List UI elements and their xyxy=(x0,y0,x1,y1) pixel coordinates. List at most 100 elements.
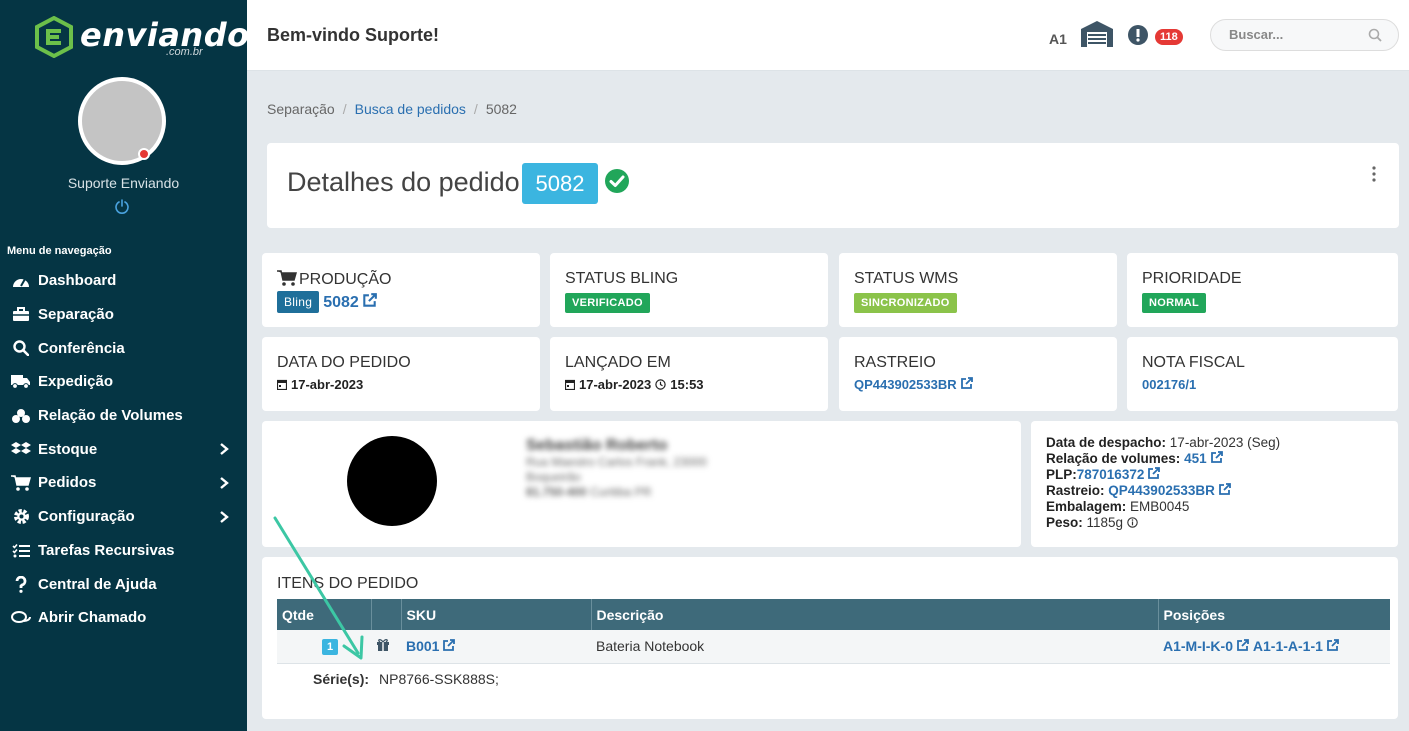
items-card: ITENS DO PEDIDO Qtde SKU Descrição Posiç… xyxy=(262,557,1398,719)
packaging-label: Embalagem: xyxy=(1046,499,1127,514)
tracking-code: QP443902533BR xyxy=(854,377,957,392)
order-date: 17-abr-2023 xyxy=(291,377,364,392)
card-value: SINCRONIZADO xyxy=(854,293,957,313)
sidebar-item-pedidos[interactable]: Pedidos xyxy=(0,466,247,500)
plp-value: 787016372 xyxy=(1076,467,1145,482)
card-lancado-em: LANÇADO EM 17-abr-2023 15:53 xyxy=(550,337,828,411)
external-link-icon xyxy=(1210,451,1223,463)
chevron-right-icon xyxy=(220,477,229,490)
sidebar-item-label: Expedição xyxy=(38,373,114,391)
customer-zip: 81.750-400 xyxy=(526,485,587,499)
card-label: LANÇADO EM xyxy=(565,354,671,371)
sidebar-item-expedicao[interactable]: Expedição xyxy=(0,365,247,399)
column-header-posicoes[interactable]: Posições xyxy=(1158,599,1390,630)
launch-time: 15:53 xyxy=(670,377,704,392)
check-circle-icon xyxy=(605,169,629,193)
position-value: A1-1-A-1-1 xyxy=(1252,638,1323,655)
dispatch-volumes-row: Relação de volumes: 451 xyxy=(1046,451,1280,467)
chat-icon xyxy=(10,609,32,627)
sidebar-item-label: Conferência xyxy=(38,339,125,357)
info-icon[interactable] xyxy=(1127,517,1138,528)
column-header-descricao[interactable]: Descrição xyxy=(591,599,1159,630)
external-link-icon xyxy=(1218,483,1231,495)
series-label: Série(s): xyxy=(313,671,370,687)
dispatch-tracking-label: Rastreio: xyxy=(1046,483,1105,498)
cart-icon xyxy=(10,474,32,492)
sidebar-item-label: Dashboard xyxy=(38,272,117,290)
sidebar-item-estoque[interactable]: Estoque xyxy=(0,432,247,466)
warehouse-code[interactable]: A1 xyxy=(1049,31,1067,47)
breadcrumb-separacao[interactable]: Separação xyxy=(267,101,335,117)
positions-cell: A1-M-I-K-0 A1-1-A-1-1 xyxy=(1158,630,1390,664)
plp-label: PLP: xyxy=(1046,467,1077,482)
card-status-bling: STATUS BLING VERIFICADO xyxy=(550,253,828,327)
search-icon[interactable] xyxy=(1368,28,1382,42)
sidebar-item-label: Abrir Chamado xyxy=(38,609,147,627)
order-number-badge: 5082 xyxy=(522,163,598,204)
user-avatar[interactable] xyxy=(78,77,166,165)
notification-badge[interactable]: 118 xyxy=(1155,29,1183,45)
column-header-sku[interactable]: SKU xyxy=(401,599,592,630)
sku-value: B001 xyxy=(406,638,440,655)
page-title: Detalhes do pedido xyxy=(287,167,520,197)
customer-address-line3: 81.750-400 Curitiba PR xyxy=(526,485,707,500)
description-cell: Bateria Notebook xyxy=(591,630,1158,664)
card-value: QP443902533BR xyxy=(854,377,973,392)
position-link[interactable]: A1-M-I-K-0 xyxy=(1163,638,1249,654)
dispatch-date-value: 17-abr-2023 (Seg) xyxy=(1169,435,1281,450)
alert-icon[interactable] xyxy=(1127,24,1149,46)
external-link-icon xyxy=(1327,639,1339,652)
logo-text: enviando xyxy=(80,16,250,54)
tracking-link[interactable]: QP443902533BR xyxy=(854,377,973,392)
card-label: STATUS BLING xyxy=(565,270,679,287)
power-icon[interactable] xyxy=(114,198,130,214)
warehouse-icon[interactable] xyxy=(1080,20,1114,48)
card-status-wms: STATUS WMS SINCRONIZADO xyxy=(839,253,1117,327)
sidebar-item-conferencia[interactable]: Conferência xyxy=(0,331,247,365)
sidebar-item-relacao-volumes[interactable]: Relação de Volumes xyxy=(0,399,247,433)
producao-link[interactable]: 5082 xyxy=(323,292,377,312)
sidebar-item-dashboard[interactable]: Dashboard xyxy=(0,264,247,298)
position-link[interactable]: A1-1-A-1-1 xyxy=(1253,638,1339,654)
invoice-link[interactable]: 002176/1 xyxy=(1142,377,1196,392)
gift-cell xyxy=(371,630,401,664)
breadcrumb-busca-pedidos[interactable]: Busca de pedidos xyxy=(355,101,466,117)
table-row: 1 B001 Bateria Notebook A1-M-I-K-0 A1-1-… xyxy=(277,630,1390,664)
sidebar-item-separacao[interactable]: Separação xyxy=(0,298,247,332)
sidebar-item-label: Relação de Volumes xyxy=(38,407,183,425)
dispatch-tracking-row: Rastreio: QP443902533BR xyxy=(1046,483,1280,499)
dispatch-tracking-link[interactable]: QP443902533BR xyxy=(1108,483,1231,498)
sidebar-item-abrir-chamado[interactable]: Abrir Chamado xyxy=(0,601,247,635)
logo[interactable]: enviando .com.br xyxy=(34,16,249,60)
dropbox-icon xyxy=(10,440,32,458)
external-link-icon xyxy=(443,639,456,652)
more-vertical-icon[interactable] xyxy=(1371,165,1377,183)
breadcrumb: Separação / Busca de pedidos/5082 xyxy=(267,101,517,117)
sidebar-item-configuracao[interactable]: Configuração xyxy=(0,500,247,534)
sidebar-item-central-ajuda[interactable]: Central de Ajuda xyxy=(0,567,247,601)
dispatch-plp-row: PLP:787016372 xyxy=(1046,467,1280,483)
search-input[interactable] xyxy=(1229,27,1359,42)
sku-link[interactable]: B001 xyxy=(406,638,456,655)
priority-badge: NORMAL xyxy=(1142,293,1207,313)
calendar-icon xyxy=(565,379,575,390)
logo-box-icon xyxy=(35,16,73,58)
column-header-qtde[interactable]: Qtde xyxy=(277,599,372,630)
customer-avatar xyxy=(347,436,437,526)
card-value: 17-abr-2023 xyxy=(277,377,363,392)
external-link-icon xyxy=(960,377,973,389)
sidebar-item-label: Tarefas Recursivas xyxy=(38,541,175,559)
plp-link[interactable]: 787016372 xyxy=(1077,467,1161,482)
sidebar-item-tarefas-recursivas[interactable]: Tarefas Recursivas xyxy=(0,534,247,568)
external-link-icon xyxy=(1148,467,1161,479)
nav-menu: Dashboard Separação Conferência Expediçã… xyxy=(0,264,247,635)
customer-name: Sebastião Roberto xyxy=(526,437,668,454)
dispatch-card: Data de despacho: 17-abr-2023 (Seg) Rela… xyxy=(1031,421,1398,547)
card-prioridade: PRIORIDADE NORMAL xyxy=(1127,253,1398,327)
card-value: 17-abr-2023 15:53 xyxy=(565,377,704,392)
nav-title: Menu de navegação xyxy=(7,245,112,257)
producao-number: 5082 xyxy=(323,293,359,311)
column-header-gift xyxy=(371,599,402,630)
sidebar-item-label: Estoque xyxy=(38,440,98,458)
volumes-link[interactable]: 451 xyxy=(1184,451,1223,466)
